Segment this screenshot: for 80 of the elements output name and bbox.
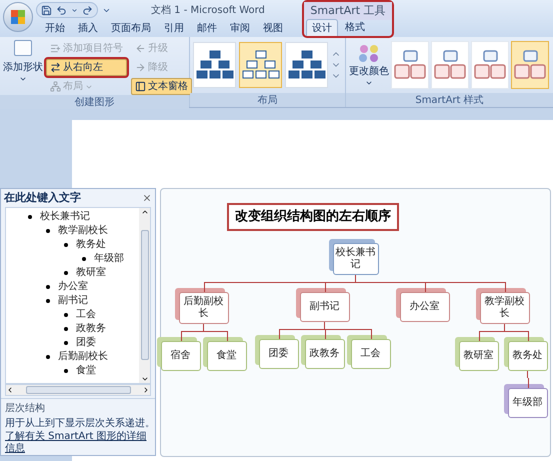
style-preview-icon xyxy=(513,49,547,81)
office-button[interactable] xyxy=(3,2,33,32)
bullet-icon xyxy=(64,242,68,247)
group-label: 创建图形 xyxy=(0,95,189,109)
ribbon-button[interactable]: 从右向左 xyxy=(46,59,127,76)
office-logo-icon xyxy=(10,9,26,25)
help-link[interactable]: 了解有关 SmartArt 图形的详细信息 xyxy=(5,431,151,455)
ribbon-tab[interactable]: 引用 xyxy=(159,20,189,37)
org-layout-icon xyxy=(242,50,280,80)
outline-item[interactable]: 副书记 xyxy=(58,294,88,307)
bullet-icon xyxy=(64,270,68,275)
ribbon-tab[interactable]: 页面布局 xyxy=(106,20,156,37)
window-title: 文档 1 - Microsoft Word xyxy=(151,4,265,18)
outline-item[interactable]: 教务处 xyxy=(76,238,106,251)
button-icon xyxy=(135,62,146,73)
outline-item[interactable]: 办公室 xyxy=(58,280,88,293)
bullet-icon xyxy=(64,368,68,373)
outline-item[interactable]: 教学副校长 xyxy=(58,224,108,237)
outline-item[interactable]: 校长兼书记 xyxy=(40,210,90,223)
group-label: SmartArt 样式 xyxy=(346,93,553,107)
ribbon-tab[interactable]: 格式 xyxy=(340,19,370,36)
style-preview-icon xyxy=(473,49,507,81)
bullet-icon xyxy=(46,228,50,233)
outline-item[interactable]: 后勤副校长 xyxy=(58,350,108,363)
bullet-icon xyxy=(28,214,32,219)
color-circles-icon xyxy=(358,44,380,64)
ribbon-tab[interactable]: 插入 xyxy=(73,20,103,37)
context-tools-label: SmartArt 工具 xyxy=(304,2,392,20)
outline-item[interactable]: 政教务 xyxy=(76,322,106,335)
layout-thumbnail[interactable] xyxy=(193,42,236,88)
change-colors-button[interactable]: 更改颜色 xyxy=(349,44,389,86)
layout-thumbnail[interactable] xyxy=(239,42,282,88)
caret-icon[interactable] xyxy=(71,6,78,14)
save-icon[interactable] xyxy=(41,4,52,16)
vertical-scrollbar[interactable] xyxy=(139,208,150,384)
undo-icon[interactable] xyxy=(56,4,67,16)
layout-name: 层次结构 xyxy=(5,402,46,416)
ribbon-tab[interactable]: 审阅 xyxy=(225,20,255,37)
layout-thumbnail[interactable] xyxy=(285,42,328,88)
bullet-icon xyxy=(46,298,50,303)
scroll-right-icon[interactable] xyxy=(142,386,150,394)
style-preview-icon xyxy=(393,49,427,81)
bullet-icon xyxy=(64,340,68,345)
button-icon xyxy=(135,43,146,54)
horizontal-scrollbar[interactable] xyxy=(5,384,151,396)
button-icon xyxy=(50,81,61,92)
outline-item[interactable]: 年级部 xyxy=(94,252,124,265)
ribbon-tab[interactable]: 视图 xyxy=(258,20,288,37)
bullet-icon xyxy=(64,326,68,331)
layout-description: 用于从上到下显示层次关系递进。 xyxy=(5,416,151,430)
button-icon xyxy=(135,81,146,92)
bullet-icon xyxy=(46,354,50,359)
scroll-thumb[interactable] xyxy=(26,386,130,394)
ribbon-tab[interactable]: 开始 xyxy=(40,20,70,37)
redo-icon[interactable] xyxy=(82,4,93,16)
scroll-left-icon[interactable] xyxy=(6,386,14,394)
style-preview-icon xyxy=(433,49,467,81)
ribbon-tab[interactable]: 设计 xyxy=(306,19,338,36)
ribbon-tab[interactable]: 邮件 xyxy=(192,20,222,37)
bullet-icon xyxy=(82,256,86,261)
style-thumbnail[interactable] xyxy=(511,41,549,89)
scroll-thumb[interactable] xyxy=(140,230,148,360)
bullet-icon xyxy=(46,284,50,289)
close-icon[interactable] xyxy=(142,192,152,203)
ribbon-button[interactable]: 文本窗格 xyxy=(131,78,192,95)
group-label: 布局 xyxy=(190,93,345,107)
outline-item[interactable]: 工会 xyxy=(76,308,96,321)
button-icon xyxy=(50,43,61,54)
chart-title: 改变组织结构图的左右顺序 xyxy=(227,203,399,230)
pane-title: 在此处键入文字 xyxy=(4,190,81,206)
caret-icon xyxy=(19,75,27,83)
bullet-icon xyxy=(64,312,68,317)
org-layout-icon xyxy=(288,50,326,80)
outline-item[interactable]: 团委 xyxy=(76,336,96,349)
outline-item[interactable]: 食堂 xyxy=(76,364,96,377)
outline-item[interactable]: 教研室 xyxy=(76,266,106,279)
button-icon xyxy=(50,62,61,73)
add-shape-button[interactable]: 添加形状 xyxy=(2,40,44,95)
shape-icon xyxy=(14,40,32,56)
org-layout-icon xyxy=(196,50,234,80)
